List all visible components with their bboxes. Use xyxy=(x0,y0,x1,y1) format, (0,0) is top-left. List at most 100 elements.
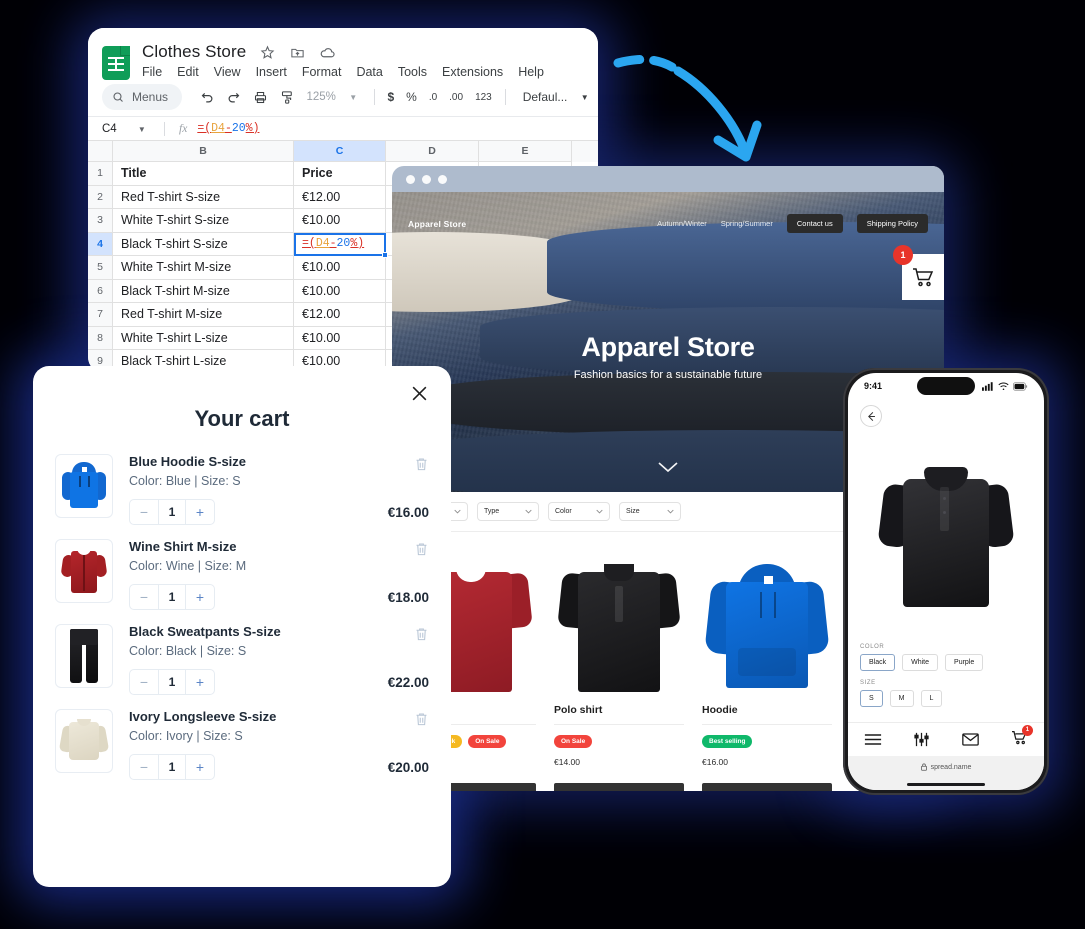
menu-item-format[interactable]: Format xyxy=(302,65,342,79)
size-option-m[interactable]: M xyxy=(889,690,914,707)
currency-format-button[interactable]: $ xyxy=(381,90,400,104)
decrease-quantity-button[interactable]: − xyxy=(130,585,158,609)
nav-button-shipping-policy[interactable]: Shipping Policy xyxy=(856,214,928,233)
menu-bar[interactable]: File Edit View Insert Format Data Tools … xyxy=(142,65,544,79)
nav-link-autumn-winter[interactable]: Autumn/Winter xyxy=(657,219,707,228)
cell-b4[interactable]: Black T-shirt S-size xyxy=(113,232,294,256)
site-nav[interactable]: Apparel Store Autumn/Winter Spring/Summe… xyxy=(392,214,944,233)
menu-item-edit[interactable]: Edit xyxy=(177,65,199,79)
color-option-black[interactable]: Black xyxy=(860,654,896,671)
cart-drawer[interactable]: Your cart Blue Hoodie S-size Color: Blue… xyxy=(33,366,451,887)
cell-c8[interactable]: €10.00 xyxy=(294,326,386,350)
menu-item-view[interactable]: View xyxy=(214,65,241,79)
quantity-stepper[interactable]: − 1 + xyxy=(129,584,215,610)
cell-b3[interactable]: White T-shirt S-size xyxy=(113,209,294,233)
buy-button[interactable]: Buy xyxy=(702,783,832,791)
cell-b1[interactable]: Title xyxy=(113,162,294,186)
name-box-chevron-icon[interactable]: ▼ xyxy=(138,125,146,134)
row-header-3[interactable]: 3 xyxy=(88,209,113,233)
trash-icon[interactable] xyxy=(414,626,429,647)
phone-mockup[interactable]: 9:41 COLOR Black White Purple SIZE S M L… xyxy=(843,368,1049,795)
cell-b6[interactable]: Black T-shirt M-size xyxy=(113,279,294,303)
cell-b8[interactable]: White T-shirt L-size xyxy=(113,326,294,350)
color-option-white[interactable]: White xyxy=(902,654,939,671)
cell-c3[interactable]: €10.00 xyxy=(294,209,386,233)
filters-icon[interactable] xyxy=(914,732,929,747)
row-header-2[interactable]: 2 xyxy=(88,185,113,209)
filter-size[interactable]: Size xyxy=(619,502,681,521)
increase-quantity-button[interactable]: + xyxy=(186,585,214,609)
quantity-value[interactable]: 1 xyxy=(158,670,186,694)
close-icon[interactable] xyxy=(410,384,429,407)
quantity-stepper[interactable]: − 1 + xyxy=(129,754,215,780)
move-to-folder-icon[interactable] xyxy=(288,43,306,61)
cell-c5[interactable]: €10.00 xyxy=(294,256,386,280)
trash-icon[interactable] xyxy=(414,711,429,732)
menu-item-tools[interactable]: Tools xyxy=(398,65,427,79)
color-option-row[interactable]: Black White Purple xyxy=(860,654,1032,671)
decrease-decimal-button[interactable]: .0 xyxy=(423,92,443,103)
cell-c1[interactable]: Price xyxy=(294,162,386,186)
menu-icon[interactable] xyxy=(864,733,882,746)
color-option-purple[interactable]: Purple xyxy=(945,654,984,671)
row-header-1[interactable]: 1 xyxy=(88,162,113,186)
list-item[interactable]: Black Sweatpants S-size Color: Black | S… xyxy=(55,624,429,709)
decrease-quantity-button[interactable]: − xyxy=(130,755,158,779)
print-icon[interactable] xyxy=(247,84,274,110)
product-options[interactable]: COLOR Black White Purple SIZE S M L xyxy=(848,644,1044,722)
cloud-saved-icon[interactable] xyxy=(318,43,336,61)
cell-b7[interactable]: Red T-shirt M-size xyxy=(113,303,294,327)
quantity-value[interactable]: 1 xyxy=(158,755,186,779)
percent-format-button[interactable]: % xyxy=(400,90,423,104)
phone-url-bar[interactable]: spread.name xyxy=(848,756,1044,778)
column-header-c[interactable]: C xyxy=(294,141,386,162)
mail-icon[interactable] xyxy=(961,733,979,746)
nav-link-spring-summer[interactable]: Spring/Summer xyxy=(721,219,773,228)
site-brand[interactable]: Apparel Store xyxy=(408,219,466,229)
product-card-hoodie[interactable]: Hoodie Best selling €16.00 Buy xyxy=(702,546,832,791)
column-header-e[interactable]: E xyxy=(479,141,572,162)
zoom-level[interactable]: 125% xyxy=(300,91,339,103)
phone-cart-button[interactable]: 1 xyxy=(1011,724,1033,750)
cell-c2[interactable]: €12.00 xyxy=(294,185,386,209)
select-all-corner[interactable] xyxy=(88,141,113,162)
chevron-down-icon[interactable] xyxy=(657,460,679,478)
trash-icon[interactable] xyxy=(414,541,429,562)
quantity-stepper[interactable]: − 1 + xyxy=(129,669,215,695)
undo-icon[interactable] xyxy=(194,84,221,110)
filter-type[interactable]: Type xyxy=(477,502,539,521)
formula-bar[interactable]: C4 ▼ fx =(D4-20%) xyxy=(88,116,598,140)
menu-item-extensions[interactable]: Extensions xyxy=(442,65,503,79)
menu-item-data[interactable]: Data xyxy=(356,65,382,79)
list-item[interactable]: Ivory Longsleeve S-size Color: Ivory | S… xyxy=(55,709,429,794)
row-header-5[interactable]: 5 xyxy=(88,256,113,280)
increase-quantity-button[interactable]: + xyxy=(186,755,214,779)
cell-c6[interactable]: €10.00 xyxy=(294,279,386,303)
formula-input[interactable]: =(D4-20%) xyxy=(197,122,259,135)
cell-c7[interactable]: €12.00 xyxy=(294,303,386,327)
paint-format-icon[interactable] xyxy=(274,84,301,110)
cell-c4[interactable]: =(D4-20%) xyxy=(294,232,388,258)
list-item[interactable]: Wine Shirt M-size Color: Wine | Size: M … xyxy=(55,539,429,624)
star-icon[interactable] xyxy=(258,43,276,61)
font-chevron-down-icon[interactable]: ▼ xyxy=(571,84,598,110)
decrease-quantity-button[interactable]: − xyxy=(130,500,158,524)
row-header-7[interactable]: 7 xyxy=(88,303,113,327)
cell-b2[interactable]: Red T-shirt S-size xyxy=(113,185,294,209)
size-option-l[interactable]: L xyxy=(920,690,943,707)
quantity-value[interactable]: 1 xyxy=(158,500,186,524)
chevron-down-icon[interactable]: ▼ xyxy=(340,84,367,110)
column-header-d[interactable]: D xyxy=(386,141,479,162)
filter-color[interactable]: Color xyxy=(548,502,610,521)
menu-item-help[interactable]: Help xyxy=(518,65,544,79)
window-minimize-dot[interactable] xyxy=(422,174,431,184)
redo-icon[interactable] xyxy=(221,84,248,110)
decrease-quantity-button[interactable]: − xyxy=(130,670,158,694)
nav-button-contact-us[interactable]: Contact us xyxy=(786,214,843,233)
increase-decimal-button[interactable]: .00 xyxy=(443,92,469,103)
quantity-stepper[interactable]: − 1 + xyxy=(129,499,215,525)
increase-quantity-button[interactable]: + xyxy=(186,670,214,694)
sheets-toolbar[interactable]: Menus 125% ▼ $ % .0 .00 123 Defaul... ▼ xyxy=(88,80,598,116)
column-header-b[interactable]: B xyxy=(113,141,294,162)
list-item[interactable]: Blue Hoodie S-size Color: Blue | Size: S… xyxy=(55,454,429,539)
